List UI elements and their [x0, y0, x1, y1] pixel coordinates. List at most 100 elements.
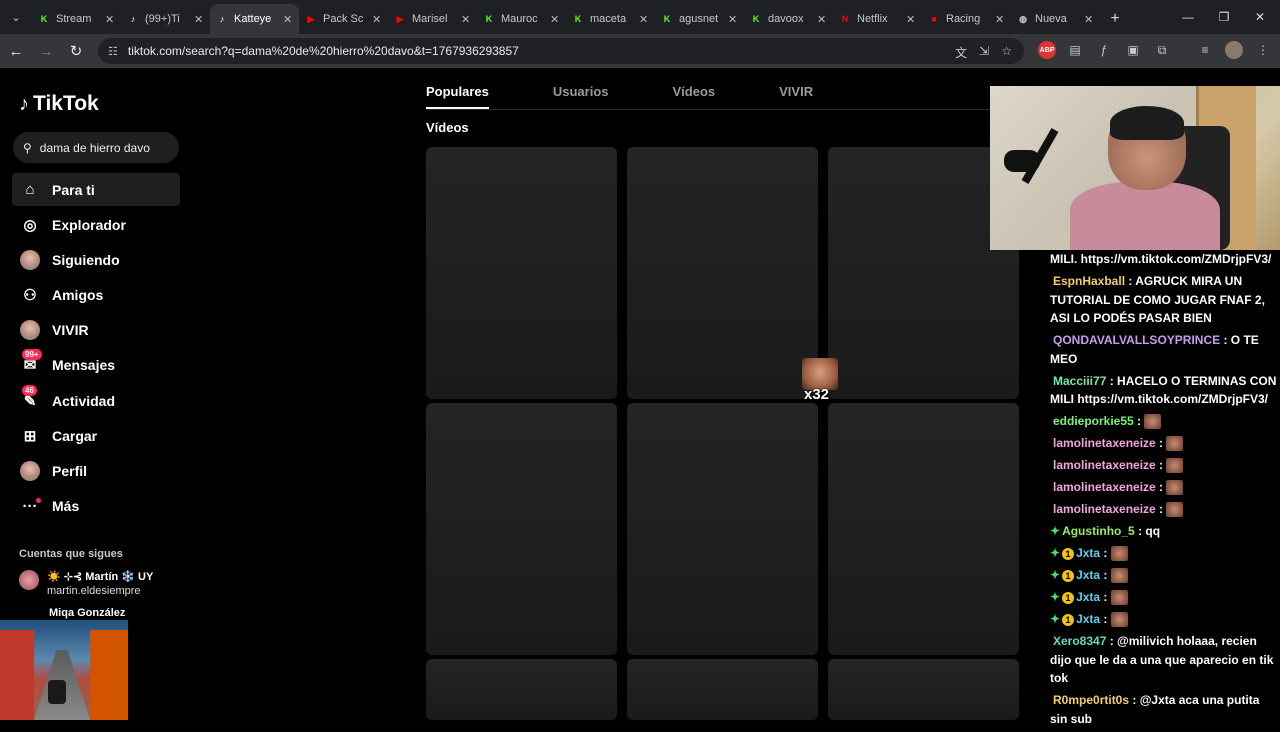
chat-username[interactable]: Agustinho_5 [1062, 524, 1135, 538]
restore-icon[interactable]: ❐ [1206, 0, 1242, 34]
tab-populares[interactable]: Populares [426, 84, 489, 109]
close-tab-icon[interactable]: ✕ [639, 13, 649, 26]
close-tab-icon[interactable]: ✕ [372, 13, 382, 26]
close-tab-icon[interactable]: ✕ [461, 13, 471, 26]
search-icon: ⚲ [23, 140, 32, 155]
extension-icon[interactable]: ▣ [1124, 41, 1142, 59]
chat-emote-icon [1144, 414, 1162, 430]
sidebar-item-perfil[interactable]: Perfil [12, 455, 180, 488]
sidebar-item-más[interactable]: ··· Más [12, 490, 180, 523]
browser-tab[interactable]: K Stream ✕ [32, 4, 121, 34]
following-name: Miqa González [49, 607, 126, 619]
browser-tab[interactable]: Kagusnet ✕ [655, 4, 744, 34]
sidebar-item-label: Mensajes [52, 357, 116, 374]
chat-username[interactable]: Jxta [1076, 568, 1100, 582]
extension-icon[interactable]: ▤ [1066, 41, 1084, 59]
sidebar-item-vivir[interactable]: VIVIR [12, 314, 180, 347]
chat-username[interactable]: R0mpe0rtit0s [1053, 693, 1129, 707]
sidebar-item-mensajes[interactable]: ✉ 99+ Mensajes [12, 349, 180, 382]
following-item[interactable]: ☀️ ⊹⊰ Martín ❄️ UY martin.eldesiempre [19, 570, 153, 598]
kick-icon: K [574, 14, 582, 24]
forward-button[interactable]: → [32, 37, 60, 65]
search-input[interactable]: ⚲ dama de hierro davo [13, 132, 179, 163]
chat-username[interactable]: eddieporkie55 [1053, 414, 1134, 428]
chat-username[interactable]: EspnHaxball [1053, 274, 1125, 288]
tiktok-note-icon: ♪ [19, 92, 29, 115]
menu-dots-icon[interactable]: ⋮ [1254, 41, 1272, 59]
browser-tab[interactable]: Kdavoox ✕ [744, 4, 833, 34]
puzzle-icon[interactable]: ⧉ [1153, 41, 1171, 59]
sidebar-item-siguiendo[interactable]: Siguiendo [12, 243, 180, 276]
sidebar-item-explorador[interactable]: ◎ Explorador [12, 208, 180, 241]
close-window-icon[interactable]: ✕ [1242, 0, 1278, 34]
chat-username[interactable]: lamolinetaxeneize [1053, 502, 1156, 516]
close-tab-icon[interactable]: ✕ [550, 13, 560, 26]
tab-vivir[interactable]: VIVIR [779, 84, 813, 109]
close-tab-icon[interactable]: ✕ [995, 13, 1005, 26]
youtube-icon: ▶ [307, 13, 315, 24]
tiktok-icon: ♪ [219, 14, 225, 24]
sidebar-item-amigos[interactable]: ⚇ Amigos [12, 279, 180, 312]
minimize-icon[interactable]: — [1170, 0, 1206, 34]
chat-username[interactable]: Jxta [1076, 546, 1100, 560]
address-bar[interactable]: ☷ tiktok.com/search?q=dama%20de%20hierro… [98, 38, 1024, 64]
chat-message: ✦ 1 Jxta : [1050, 544, 1280, 563]
browser-tab[interactable]: ♪ (99+)Ti ✕ [121, 4, 210, 34]
close-tab-icon[interactable]: ✕ [1084, 13, 1094, 26]
close-tab-icon[interactable]: ✕ [194, 13, 204, 26]
tab-search-chevron-icon[interactable]: ⌄ [0, 0, 32, 34]
close-tab-icon[interactable]: ✕ [817, 13, 827, 26]
video-card[interactable] [426, 147, 617, 399]
browser-tab[interactable]: Kmaceta ✕ [566, 4, 655, 34]
sidebar-item-actividad[interactable]: ✎ 46 Actividad [12, 384, 180, 417]
site-info-icon[interactable]: ☷ [108, 45, 118, 58]
chat-username[interactable]: Jxta [1076, 590, 1100, 604]
video-card[interactable] [426, 659, 617, 720]
video-card[interactable] [426, 403, 617, 655]
browser-tab[interactable]: ■ Racing ✕ [922, 4, 1011, 34]
video-card[interactable] [828, 403, 1019, 655]
browser-tab[interactable]: ◍ Nueva ✕ [1011, 4, 1100, 34]
following-handle: martin.eldesiempre [47, 585, 141, 597]
adblock-icon[interactable]: ABP [1038, 41, 1056, 59]
browser-tab[interactable]: ▶ Marisel ✕ [388, 4, 477, 34]
bookmark-star-icon[interactable]: ☆ [1001, 44, 1012, 61]
chat-username[interactable]: lamolinetaxeneize [1053, 458, 1156, 472]
tab-usuarios[interactable]: Usuarios [553, 84, 609, 109]
compass-icon: ◎ [23, 216, 37, 234]
tab-vídeos[interactable]: Vídeos [673, 84, 716, 109]
chat-username[interactable]: Xero8347 [1053, 634, 1106, 648]
browser-tab[interactable]: K Mauroc ✕ [477, 4, 566, 34]
browser-tab[interactable]: ♪ Katteye ✕ [210, 4, 299, 34]
youtube-icon: ▶ [396, 13, 404, 24]
chat-username[interactable]: QONDAVALVALLSOYPRINCE [1053, 333, 1220, 347]
sidebar-item-cargar[interactable]: ⊞ Cargar [12, 419, 180, 452]
chat-username[interactable]: Jxta [1076, 612, 1100, 626]
video-card[interactable] [627, 147, 818, 399]
close-tab-icon[interactable]: ✕ [105, 13, 115, 26]
following-item[interactable]: Miqa González [49, 606, 125, 620]
reload-button[interactable]: ↻ [62, 37, 90, 65]
video-card[interactable] [627, 659, 818, 720]
extension-icon[interactable]: ƒ [1095, 41, 1113, 59]
install-icon[interactable]: ⇲ [979, 44, 989, 61]
chat-username[interactable]: lamolinetaxeneize [1053, 480, 1156, 494]
video-card[interactable] [627, 403, 818, 655]
back-button[interactable]: ← [2, 37, 30, 65]
translate-icon[interactable]: 文 [955, 44, 967, 61]
video-card[interactable] [828, 659, 1019, 720]
close-tab-icon[interactable]: ✕ [728, 13, 738, 26]
chat-message: lamolinetaxeneize : [1050, 478, 1280, 497]
close-tab-icon[interactable]: ✕ [906, 13, 916, 26]
browser-tab[interactable]: N Netflix ✕ [833, 4, 922, 34]
browser-tab[interactable]: ▶ Pack Sc ✕ [299, 4, 388, 34]
close-tab-icon[interactable]: ✕ [283, 13, 293, 26]
profile-avatar[interactable] [1225, 41, 1243, 59]
reading-list-icon[interactable]: ≡ [1196, 41, 1214, 59]
browser-tab-label: Marisel [412, 13, 448, 25]
sidebar-item-para-ti[interactable]: ⌂ Para ti [12, 173, 180, 206]
chat-username[interactable]: Macciii77 [1053, 374, 1106, 388]
new-tab-button[interactable]: + [1100, 4, 1130, 34]
tiktok-logo[interactable]: ♪ TikTok [19, 92, 99, 116]
chat-username[interactable]: lamolinetaxeneize [1053, 436, 1156, 450]
